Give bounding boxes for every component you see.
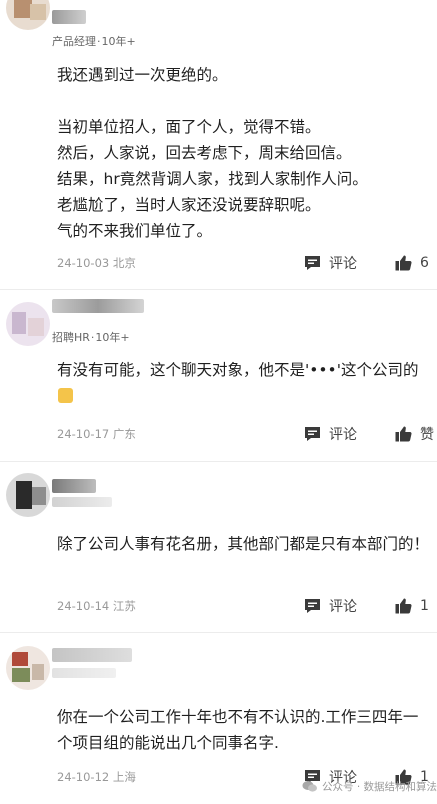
comment-text: 我还遇到过一次更绝的。 当初单位招人，面了个人，觉得不错。 然后，人家说，回去考… [57,66,368,240]
comment-date: 24-10-17 广东 [57,427,136,441]
comment-footer: 24-10-14 江苏 评论 1 [57,595,437,617]
author-meta-blurred [52,668,116,678]
author-meta-blurred [52,497,112,507]
username-blurred[interactable] [52,10,86,24]
comment-text-body: 有没有可能，这个聊天对象，他不是'•••'这个公司的 [57,361,419,379]
reply-button[interactable]: 评论 [304,595,357,617]
author-role: 招聘HR [52,331,90,344]
comment-text: 有没有可能，这个聊天对象，他不是'•••'这个公司的 [57,357,429,409]
comment-footer: 24-10-03 北京 评论 6 [57,252,437,274]
thumbs-up-icon [395,598,412,614]
author-role: 产品经理 [52,35,96,48]
reply-button[interactable]: 评论 [304,423,357,445]
avatar[interactable] [6,302,50,346]
comment-icon [305,427,320,441]
reply-label: 评论 [329,256,357,272]
reply-button[interactable]: 评论 [304,252,357,274]
reply-label: 评论 [329,599,357,615]
avatar[interactable] [6,473,50,517]
divider [0,461,437,462]
author-meta: 招聘HR·10年+ [52,331,130,344]
author-years: 10年+ [101,35,136,48]
like-button[interactable]: 赞 [395,423,434,445]
username-blurred[interactable] [52,648,132,662]
avatar[interactable] [6,646,50,690]
like-count: 6 [420,255,429,271]
like-button[interactable]: 1 [395,595,429,617]
thumbs-up-icon [395,255,412,271]
like-count: 1 [420,598,429,614]
watermark-text: 公众号 · 数据结构和算法 [322,781,437,793]
avatar[interactable] [6,0,50,30]
divider [0,289,437,290]
comment-date: 24-10-12 上海 [57,770,136,784]
like-button[interactable]: 6 [395,252,429,274]
reply-label: 评论 [329,427,357,443]
username-blurred[interactable] [52,299,144,313]
comment-icon [305,256,320,270]
comment-footer: 24-10-17 广东 评论 赞 [57,423,437,445]
comment-icon [305,599,320,613]
emoji-icon [58,388,73,403]
comment-date: 24-10-03 北京 [57,256,136,270]
comment-text: 你在一个公司工作十年也不有不认识的.工作三四年一个项目组的能说出几个同事名字. [57,708,419,752]
comment-text: 除了公司人事有花名册，其他部门都是只有本部门的！ [57,535,430,553]
wechat-icon [302,781,317,792]
username-blurred[interactable] [52,479,96,493]
comment-date: 24-10-14 江苏 [57,599,136,613]
thumbs-up-icon [395,426,412,442]
author-meta: 产品经理·10年+ [52,35,136,48]
like-count: 赞 [420,427,434,443]
watermark: 公众号 · 数据结构和算法 [302,779,437,794]
divider [0,632,437,633]
author-years: 10年+ [95,331,130,344]
